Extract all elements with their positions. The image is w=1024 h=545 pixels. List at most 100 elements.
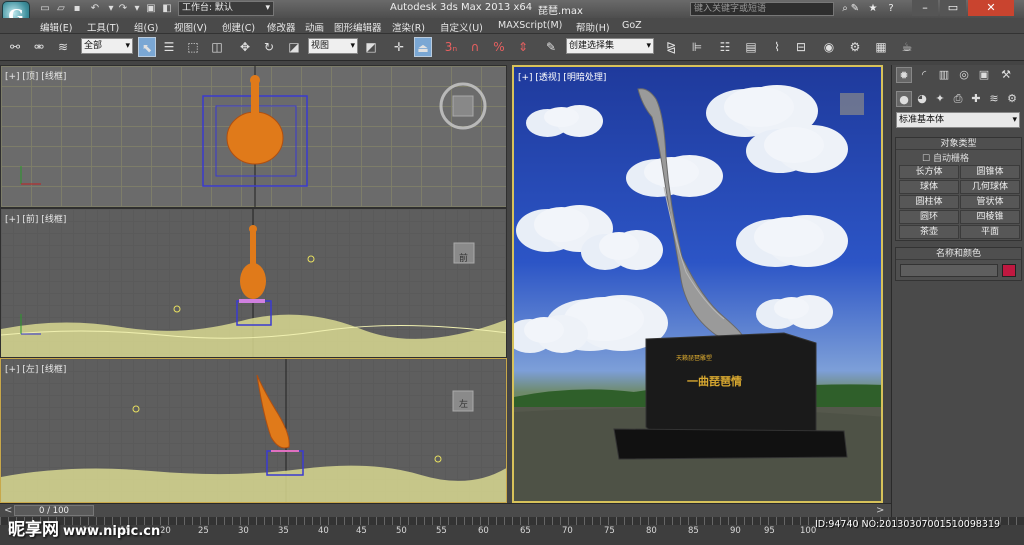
help-icon[interactable]: ? bbox=[884, 2, 898, 15]
viewcube-front[interactable]: 前 bbox=[459, 251, 468, 264]
viewport-left[interactable]: [+] [左] [线框] 左 bbox=[0, 358, 507, 503]
next-frame-icon[interactable]: > bbox=[876, 505, 884, 516]
menu-graph-editors[interactable]: 图形编辑器 bbox=[334, 20, 382, 34]
selection-filter-dropdown[interactable]: 全部 ▾ bbox=[81, 38, 133, 54]
pyramid-button[interactable]: 四棱锥 bbox=[960, 210, 1020, 224]
motion-tab-icon[interactable]: ◎ bbox=[956, 67, 972, 83]
pivot-center-icon[interactable]: ◩ bbox=[362, 37, 380, 57]
lights-icon[interactable]: ✦ bbox=[932, 91, 948, 107]
close-icon[interactable]: ✕ bbox=[968, 0, 1014, 16]
menu-help[interactable]: 帮助(H) bbox=[576, 20, 610, 34]
save-icon[interactable]: ▪ bbox=[70, 2, 84, 15]
space-warps-icon[interactable]: ≋ bbox=[986, 91, 1002, 107]
named-selection-sets-dropdown[interactable]: 创建选择集 ▾ bbox=[566, 38, 654, 54]
hierarchy-tab-icon[interactable]: ▥ bbox=[936, 67, 952, 83]
link-icon[interactable]: ⚯ bbox=[6, 37, 24, 57]
maximize-icon[interactable]: ▭ bbox=[940, 0, 966, 16]
manipulate-icon[interactable]: ✛ bbox=[390, 37, 408, 57]
viewport-front[interactable]: [+] [前] [线框] 前 bbox=[0, 208, 507, 358]
mirror-icon[interactable]: ⧎ bbox=[662, 37, 680, 57]
hold-icon[interactable]: ▣ bbox=[144, 2, 158, 15]
object-type-title[interactable]: 对象类型 bbox=[896, 138, 1021, 150]
viewport-perspective-label[interactable]: [+] [透视] [明暗处理] bbox=[518, 70, 606, 83]
box-button[interactable]: 长方体 bbox=[899, 165, 959, 179]
move-icon[interactable]: ✥ bbox=[236, 37, 254, 57]
viewport-left-label[interactable]: [+] [左] [线框] bbox=[5, 362, 66, 375]
reference-coordinate-dropdown[interactable]: 视图 ▾ bbox=[308, 38, 358, 54]
minimize-icon[interactable]: – bbox=[912, 0, 938, 16]
menu-tools[interactable]: 工具(T) bbox=[87, 20, 119, 34]
viewport-top-label[interactable]: [+] [顶] [线框] bbox=[5, 69, 66, 82]
plane-button[interactable]: 平面 bbox=[960, 225, 1020, 239]
select-by-name-icon[interactable]: ☰ bbox=[160, 37, 178, 57]
render-setup-icon[interactable]: ⚙ bbox=[846, 37, 864, 57]
material-editor-icon[interactable]: ◉ bbox=[820, 37, 838, 57]
object-category-dropdown[interactable]: 标准基本体 ▾ bbox=[896, 112, 1020, 128]
new-file-icon[interactable]: ▭ bbox=[38, 2, 52, 15]
graphite-tools-icon[interactable]: ▤ bbox=[742, 37, 760, 57]
keyboard-shortcut-override-icon[interactable]: ⏏ bbox=[414, 37, 432, 57]
menu-rendering[interactable]: 渲染(R) bbox=[392, 20, 425, 34]
fetch-icon[interactable]: ◧ bbox=[160, 2, 174, 15]
spinner-snap-icon[interactable]: ⇕ bbox=[514, 37, 532, 57]
undo-icon[interactable]: ↶ bbox=[88, 2, 102, 15]
sphere-button[interactable]: 球体 bbox=[899, 180, 959, 194]
autogrid-checkbox[interactable]: ☐ 自动栅格 bbox=[922, 151, 969, 164]
systems-icon[interactable]: ⚙ bbox=[1004, 91, 1020, 107]
menu-goz[interactable]: GoZ bbox=[622, 20, 642, 31]
utilities-tab-icon[interactable]: ⚒ bbox=[998, 67, 1014, 83]
menu-create[interactable]: 创建(C) bbox=[222, 20, 255, 34]
open-file-icon[interactable]: ▱ bbox=[54, 2, 68, 15]
scale-icon[interactable]: ◪ bbox=[285, 37, 303, 57]
shapes-icon[interactable]: ◕ bbox=[914, 91, 930, 107]
layer-manager-icon[interactable]: ☷ bbox=[716, 37, 734, 57]
cylinder-button[interactable]: 圆柱体 bbox=[899, 195, 959, 209]
name-color-title[interactable]: 名称和颜色 bbox=[896, 248, 1021, 260]
window-crossing-icon[interactable]: ◫ bbox=[208, 37, 226, 57]
render-production-icon[interactable]: ☕ bbox=[898, 37, 916, 57]
modify-tab-icon[interactable]: ◜ bbox=[916, 67, 932, 83]
favorites-icon[interactable]: ★ bbox=[866, 2, 880, 15]
torus-button[interactable]: 圆环 bbox=[899, 210, 959, 224]
workspace-dropdown[interactable]: 工作台: 默认 ▾ bbox=[178, 1, 274, 16]
menu-modifiers[interactable]: 修改器 bbox=[267, 20, 296, 34]
viewcube-left[interactable]: 左 bbox=[459, 397, 468, 410]
teapot-button[interactable]: 茶壶 bbox=[899, 225, 959, 239]
edit-named-selection-icon[interactable]: ✎ bbox=[542, 37, 560, 57]
angle-snap-icon[interactable]: ∩ bbox=[466, 37, 484, 57]
create-tab-icon[interactable]: ✹ bbox=[896, 67, 912, 83]
percent-snap-icon[interactable]: % bbox=[490, 37, 508, 57]
rectangular-selection-icon[interactable]: ⬚ bbox=[184, 37, 202, 57]
display-tab-icon[interactable]: ▣ bbox=[976, 67, 992, 83]
object-name-field[interactable] bbox=[900, 264, 998, 277]
viewport-front-label[interactable]: [+] [前] [线框] bbox=[5, 212, 66, 225]
rotate-icon[interactable]: ↻ bbox=[260, 37, 278, 57]
menu-customize[interactable]: 自定义(U) bbox=[440, 20, 483, 34]
redo-icon[interactable]: ↷ bbox=[116, 2, 130, 15]
menu-edit[interactable]: 编辑(E) bbox=[40, 20, 72, 34]
object-color-swatch[interactable] bbox=[1002, 264, 1016, 277]
unlink-icon[interactable]: ⚮ bbox=[30, 37, 48, 57]
geosphere-button[interactable]: 几何球体 bbox=[960, 180, 1020, 194]
snaps-toggle-icon[interactable]: 3ₙ bbox=[442, 37, 460, 57]
cameras-icon[interactable]: ⎙ bbox=[950, 91, 966, 107]
bind-space-warp-icon[interactable]: ≋ bbox=[54, 37, 72, 57]
menu-group[interactable]: 组(G) bbox=[134, 20, 158, 34]
search-input[interactable]: 键入关键字或短语 bbox=[690, 2, 834, 16]
viewport-top[interactable]: [+] [顶] [线框] bbox=[0, 65, 507, 208]
geometry-icon[interactable]: ● bbox=[896, 91, 912, 107]
align-icon[interactable]: ⊫ bbox=[688, 37, 706, 57]
rendered-frame-icon[interactable]: ▦ bbox=[872, 37, 890, 57]
communication-center-icon[interactable]: ✎ bbox=[848, 2, 862, 15]
menu-views[interactable]: 视图(V) bbox=[174, 20, 207, 34]
viewport-perspective[interactable]: [+] [透视] [明暗处理] 天籁琵琶雕塑 一曲琵琶情 bbox=[512, 65, 883, 503]
curve-editor-icon[interactable]: ⌇ bbox=[768, 37, 786, 57]
cone-button[interactable]: 圆锥体 bbox=[960, 165, 1020, 179]
menu-animation[interactable]: 动画 bbox=[305, 20, 324, 34]
schematic-view-icon[interactable]: ⊟ bbox=[792, 37, 810, 57]
helpers-icon[interactable]: ✚ bbox=[968, 91, 984, 107]
tube-button[interactable]: 管状体 bbox=[960, 195, 1020, 209]
menu-maxscript[interactable]: MAXScript(M) bbox=[498, 20, 562, 31]
redo-dropdown-icon[interactable]: ▾ bbox=[130, 2, 144, 15]
select-object-icon[interactable]: ⬉ bbox=[138, 37, 156, 57]
